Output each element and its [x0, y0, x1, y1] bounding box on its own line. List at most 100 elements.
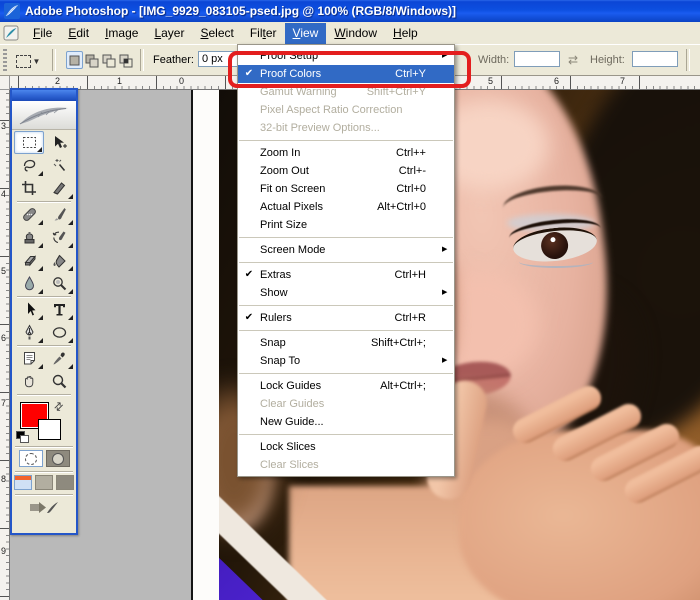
options-separator: [52, 49, 56, 71]
options-bar-grip[interactable]: [3, 49, 7, 71]
menu-file[interactable]: File: [25, 23, 60, 44]
menu-item-clear-guides[interactable]: Clear Guides: [238, 395, 454, 413]
menu-item-screen-mode[interactable]: Screen Mode▶: [238, 241, 454, 259]
type-tool[interactable]: [44, 298, 74, 321]
eraser-tool[interactable]: [14, 249, 44, 272]
height-input[interactable]: [632, 51, 678, 67]
pen-tool[interactable]: [14, 321, 44, 344]
history-brush-tool[interactable]: [44, 226, 74, 249]
menu-item-extras[interactable]: ✔ExtrasCtrl+H: [238, 266, 454, 284]
menu-item-fit-on-screen[interactable]: Fit on ScreenCtrl+0: [238, 180, 454, 198]
slice-tool[interactable]: [44, 177, 74, 200]
standard-mode-button[interactable]: [19, 450, 43, 467]
menu-item-actual-pixels[interactable]: Actual PixelsAlt+Ctrl+0: [238, 198, 454, 216]
menu-item-show[interactable]: Show▶: [238, 284, 454, 302]
menu-item-label: Gamut Warning: [260, 83, 367, 101]
menu-item-label: Screen Mode: [260, 241, 442, 259]
menu-help[interactable]: Help: [385, 23, 426, 44]
swap-width-height-icon[interactable]: ⇄: [568, 54, 578, 66]
zoom-tool[interactable]: [44, 370, 74, 393]
fullscreen-with-menubar-button[interactable]: [35, 475, 53, 490]
magic-wand-tool[interactable]: [44, 154, 74, 177]
menu-item-gamut-warning[interactable]: Gamut WarningShift+Ctrl+Y: [238, 83, 454, 101]
eyedropper-tool[interactable]: [44, 347, 74, 370]
new-selection-button[interactable]: [66, 51, 83, 69]
ruler-number: 2: [55, 76, 60, 86]
add-to-selection-button[interactable]: [83, 51, 100, 69]
fullscreen-mode-button[interactable]: [56, 475, 74, 490]
menu-item-pixel-aspect-ratio-correction[interactable]: Pixel Aspect Ratio Correction: [238, 101, 454, 119]
ruler-number: 9: [1, 546, 6, 556]
pathsel-icon: [21, 301, 38, 318]
ruler-number: 7: [1, 398, 6, 408]
toolbox-titlebar[interactable]: [12, 90, 76, 101]
menu-view[interactable]: View: [285, 23, 327, 44]
menu-item-label: 32-bit Preview Options...: [260, 119, 442, 137]
menu-item-lock-slices[interactable]: Lock Slices: [238, 438, 454, 456]
swap-colors-icon[interactable]: ⇄: [51, 399, 67, 415]
crop-tool[interactable]: [14, 177, 44, 200]
menu-item-label: Rulers: [260, 309, 395, 327]
menu-item-label: Pixel Aspect Ratio Correction: [260, 101, 442, 119]
menu-item-proof-colors[interactable]: ✔Proof ColorsCtrl+Y: [238, 65, 454, 83]
menu-item-32-bit-preview-options[interactable]: 32-bit Preview Options...: [238, 119, 454, 137]
menu-item-label: Proof Setup: [260, 47, 442, 65]
toolbox-divider: [17, 296, 71, 297]
ruler-number: 5: [1, 266, 6, 276]
rectangular-marquee-tool[interactable]: [14, 131, 44, 154]
menu-item-proof-setup[interactable]: Proof Setup▶: [238, 47, 454, 65]
menu-filter[interactable]: Filter: [242, 23, 285, 44]
menu-item-clear-slices[interactable]: Clear Slices: [238, 456, 454, 474]
menu-item-snap-to[interactable]: Snap To▶: [238, 352, 454, 370]
window-titlebar[interactable]: Adobe Photoshop - [IMG_9929_083105-psed.…: [0, 0, 700, 22]
path-selection-tool[interactable]: [14, 298, 44, 321]
background-color-swatch[interactable]: [38, 419, 61, 440]
shape-tool[interactable]: [44, 321, 74, 344]
notes-tool[interactable]: [14, 347, 44, 370]
menu-item-snap[interactable]: SnapShift+Ctrl+;: [238, 334, 454, 352]
width-input[interactable]: [514, 51, 560, 67]
submenu-arrow-icon: ▶: [442, 241, 454, 259]
default-colors-icon[interactable]: [16, 431, 28, 442]
color-swatches: ⇄: [12, 397, 76, 445]
paint-bucket-tool[interactable]: [44, 249, 74, 272]
photoshop-feather-logo[interactable]: [12, 101, 76, 130]
menu-item-lock-guides[interactable]: Lock GuidesAlt+Ctrl+;: [238, 377, 454, 395]
menu-window[interactable]: Window: [326, 23, 385, 44]
history-icon: [51, 229, 68, 246]
menu-item-zoom-out[interactable]: Zoom OutCtrl+-: [238, 162, 454, 180]
vertical-ruler[interactable]: 3456789: [0, 90, 10, 600]
menu-edit[interactable]: Edit: [60, 23, 97, 44]
ruler-corner: [0, 76, 10, 90]
dodge-icon: [51, 275, 68, 292]
menu-shortcut: Alt+Ctrl+;: [380, 377, 442, 395]
ruler-number: 1: [117, 76, 122, 86]
standard-screen-mode-button[interactable]: [14, 475, 32, 490]
lasso-tool[interactable]: [14, 154, 44, 177]
brush-tool[interactable]: [44, 203, 74, 226]
chevron-down-icon: ▼: [33, 57, 41, 66]
move-tool[interactable]: [44, 131, 74, 154]
document-icon[interactable]: [3, 25, 19, 41]
dodge-tool[interactable]: [44, 272, 74, 295]
submenu-arrow-icon: ▶: [442, 284, 454, 302]
intersect-with-selection-button[interactable]: [117, 51, 134, 69]
subtract-from-selection-button[interactable]: [100, 51, 117, 69]
menu-image[interactable]: Image: [97, 23, 146, 44]
menu-item-new-guide[interactable]: New Guide...: [238, 413, 454, 431]
menu-item-zoom-in[interactable]: Zoom InCtrl++: [238, 144, 454, 162]
menu-item-label: Extras: [260, 266, 395, 284]
menu-layer[interactable]: Layer: [146, 23, 192, 44]
clone-stamp-tool[interactable]: [14, 226, 44, 249]
menu-select[interactable]: Select: [192, 23, 241, 44]
feather-input[interactable]: [198, 51, 240, 67]
healing-brush-tool[interactable]: [14, 203, 44, 226]
edit-in-imageready-button[interactable]: [27, 498, 61, 517]
options-separator: [140, 49, 144, 71]
blur-tool[interactable]: [14, 272, 44, 295]
tool-preset-picker[interactable]: ▼: [10, 48, 46, 74]
quick-mask-mode-button[interactable]: [46, 450, 70, 467]
menu-item-print-size[interactable]: Print Size: [238, 216, 454, 234]
menu-item-rulers[interactable]: ✔RulersCtrl+R: [238, 309, 454, 327]
hand-tool[interactable]: [14, 370, 44, 393]
